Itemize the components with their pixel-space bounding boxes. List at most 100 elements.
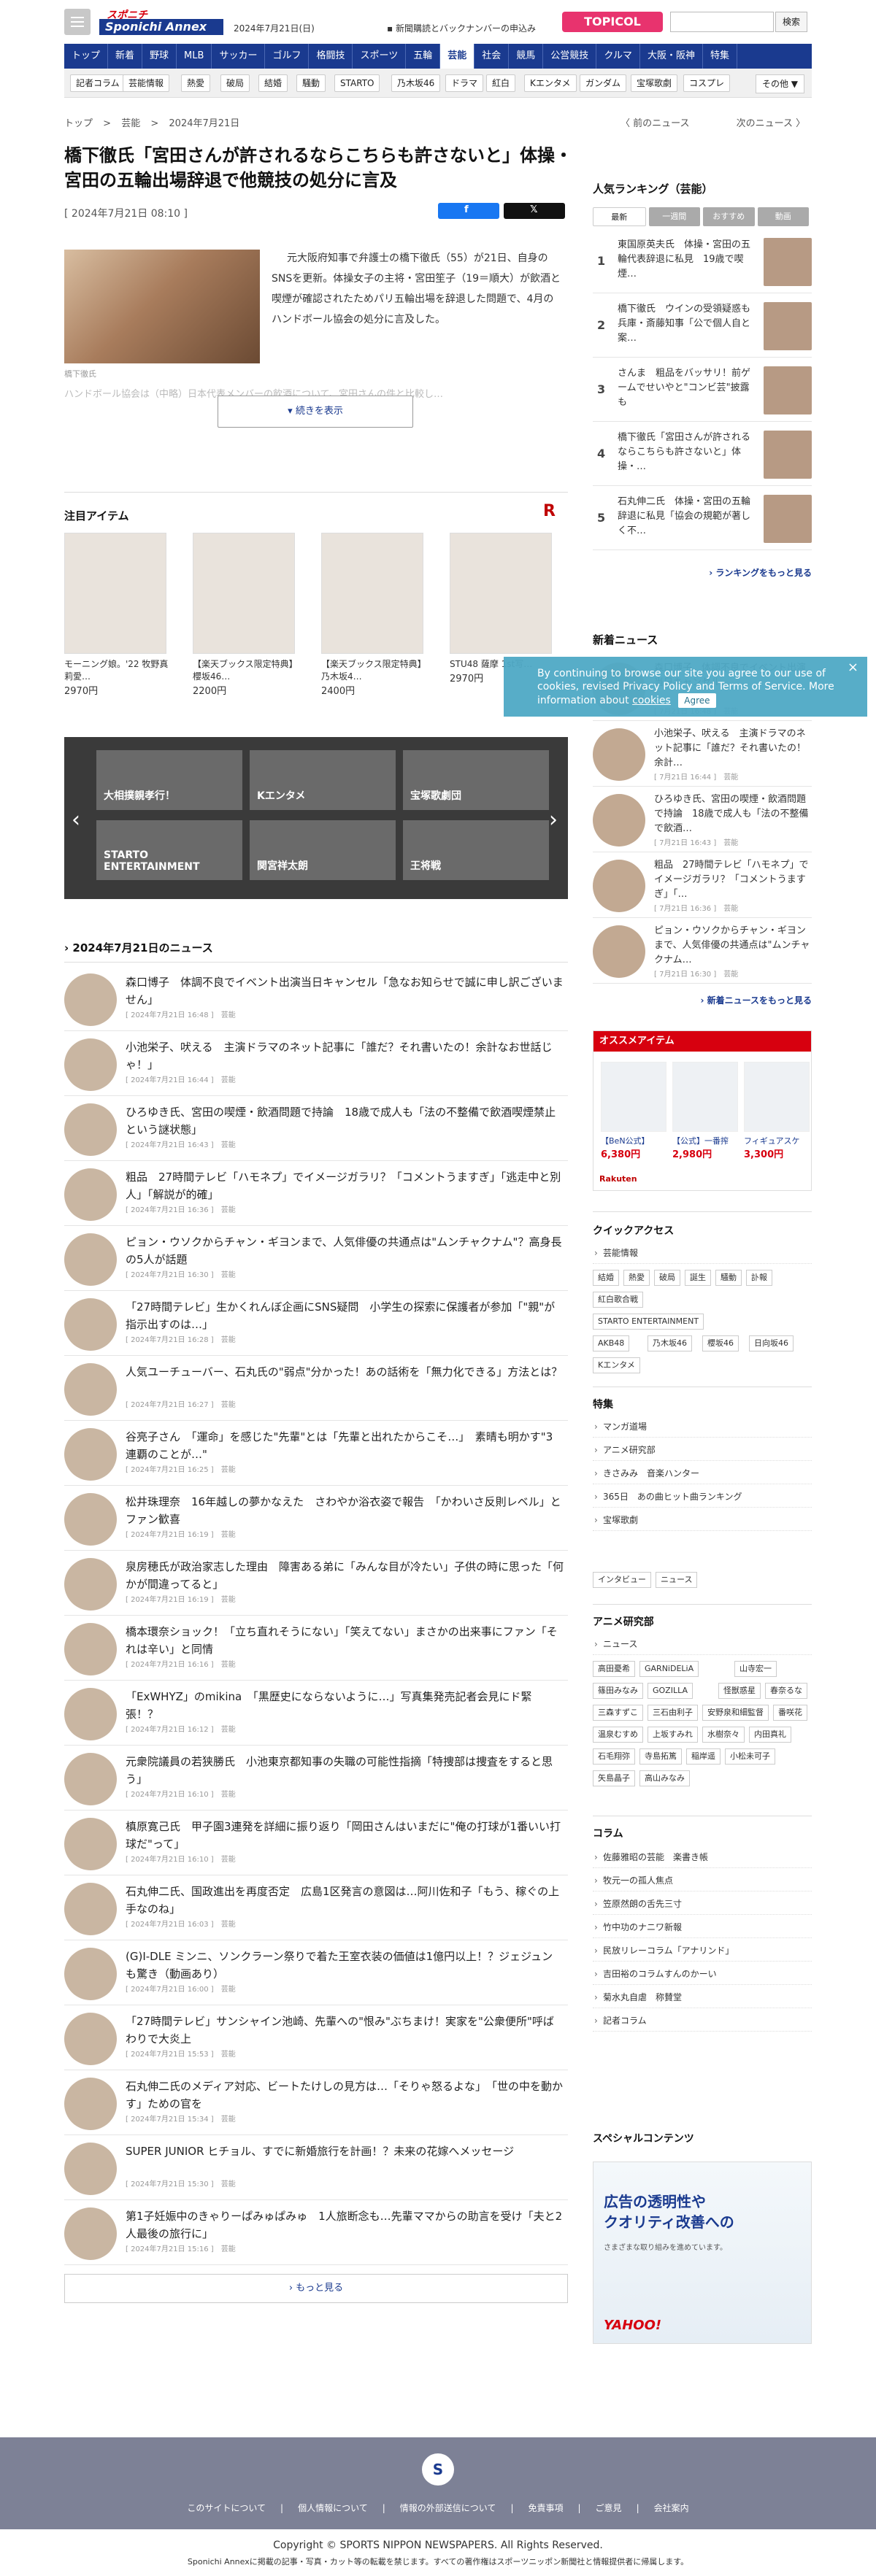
subnav-item[interactable]: 結婚	[258, 74, 288, 92]
recommended-item[interactable]: 【公式】一番搾 2,980円	[672, 1062, 738, 1160]
nav-item[interactable]: 格闘技	[309, 44, 353, 69]
subnav-item[interactable]: 熱愛	[181, 74, 211, 92]
cookie-link[interactable]: cookies	[632, 695, 671, 706]
category-banner[interactable]: 王将戦	[403, 820, 549, 880]
tag-link[interactable]: 怪獣惑星	[718, 1683, 761, 1699]
tag-link[interactable]: 内田真礼	[749, 1727, 791, 1743]
ranking-item[interactable]: 3 さんま 粗品をバッサリ！前ゲームでせいやと"コンビ芸"披露も	[593, 360, 812, 422]
ranking-item[interactable]: 2 橋下徹氏 ウインの受領疑惑も兵庫・斎藤知事「公で個人自と案…	[593, 296, 812, 358]
column-link[interactable]: 記者コラム	[593, 2010, 812, 2032]
subnav-item[interactable]: ガンダム	[580, 74, 627, 92]
subnav-item[interactable]: 騒動	[296, 74, 326, 92]
subnav-item[interactable]: コスプレ	[683, 74, 731, 92]
news-item[interactable]: 谷亮子さん 「運命」を感じた"先輩"とは「先輩と出れたからこそ…」 素晴も明かす…	[64, 1421, 568, 1486]
ranking-tab[interactable]: 動画	[757, 207, 809, 226]
tag-link[interactable]: 訃報	[746, 1270, 772, 1286]
product-card[interactable]: 【楽天ブックス限定特典】 櫻坂46… 2200円	[193, 533, 304, 697]
subnav-more-button[interactable]: その他 ▼	[755, 74, 804, 93]
tag-link[interactable]: 上坂すみれ	[648, 1727, 698, 1743]
nav-item[interactable]: 新着	[108, 44, 143, 69]
news-item[interactable]: 泉房穂氏が政治家志した理由 障害ある弟に「みんな目が冷たい」子供の時に思った「何…	[64, 1551, 568, 1616]
news-item[interactable]: 森口博子 体調不良でイベント出演当日キャンセル「急なお知らせで誠に申し訳ございま…	[64, 966, 568, 1031]
footer-link[interactable]: 個人情報について	[298, 2503, 368, 2513]
tag-link[interactable]: ニュース	[656, 1572, 698, 1588]
tag-link[interactable]: 破局	[654, 1270, 680, 1286]
tag-link[interactable]: 安野泉和細監督	[702, 1705, 769, 1721]
tag-link[interactable]: GOZILLA	[648, 1683, 693, 1699]
news-item[interactable]: 「27時間テレビ」生かくれんぼ企画にSNS疑問 小学生の探索に保護者が参加「"親…	[64, 1291, 568, 1356]
tag-link[interactable]: 山寺宏一	[734, 1661, 777, 1677]
breadcrumb-top[interactable]: トップ	[64, 118, 93, 129]
news-item[interactable]: 槙原寛己氏 甲子園3連発を詳細に振り返り「岡田さんはいまだに"俺の打球が1番いい…	[64, 1810, 568, 1875]
product-card[interactable]: モーニング娘。'22 牧野真莉愛… 2970円	[64, 533, 175, 697]
nav-item[interactable]: 競馬	[509, 44, 544, 69]
special-link[interactable]: きさみみ 音楽ハンター	[593, 1462, 812, 1484]
news-item[interactable]: 小池栄子、吠える 主演ドラマのネット記事に「誰だ？それ書いたの！余計なお世話じゃ…	[64, 1031, 568, 1096]
news-item[interactable]: 石丸伸二氏、国政進出を再度否定 広島1区発言の意図は…阿川佐和子「もう、稼ぐの上…	[64, 1875, 568, 1940]
subscription-link[interactable]: ▪ 新聞購読とバックナンバーの申込み	[387, 22, 536, 34]
tag-link[interactable]: 乃木坂46	[648, 1335, 692, 1351]
tag-link[interactable]: 高山みなみ	[639, 1770, 690, 1786]
tag-link[interactable]: 三石由利子	[648, 1705, 698, 1721]
news-item[interactable]: 橋本環奈ショック！「立ち直れそうにない」「笑えてない」まさかの出来事にファン「そ…	[64, 1616, 568, 1681]
tag-link[interactable]: 寺島拓篤	[639, 1748, 682, 1765]
news-item[interactable]: 石丸伸二氏のメディア対応、ビートたけしの見方は…「そりゃ怒るよな」 「世の中を動…	[64, 2070, 568, 2135]
site-logo[interactable]: スポニチ Sponichi Annex	[99, 7, 223, 36]
ranking-item[interactable]: 1 東国原英夫氏 体操・宮田の五輪代表辞退に私見 19歳で喫煙…	[593, 232, 812, 293]
tag-link[interactable]: 熱愛	[623, 1270, 650, 1286]
tag-link[interactable]: 日向坂46	[749, 1335, 794, 1351]
special-link[interactable]: マンガ道場	[593, 1416, 812, 1438]
category-banner[interactable]: 関宮祥太朗	[250, 820, 396, 880]
category-banner[interactable]: 宝塚歌劇団	[403, 750, 549, 810]
footer-link[interactable]: このサイトについて	[187, 2503, 266, 2513]
news-item[interactable]: (G)I-DLE ミンニ、ソンクラーン祭りで着た王室衣装の価値は1億円以上！？ジ…	[64, 1940, 568, 2005]
tag-link[interactable]: 春奈るな	[765, 1683, 807, 1699]
category-banner[interactable]: STARTO ENTERTAINMENT	[96, 820, 242, 880]
news-item[interactable]: 「27時間テレビ」サンシャイン池崎、先輩への"恨み"ぶちまけ！実家を"公衆便所"…	[64, 2005, 568, 2070]
newest-item[interactable]: 粗品 27時間テレビ「ハモネプ」でイメージガラリ？「コメントうますぎ」「… [ 7…	[593, 854, 812, 918]
recommended-item[interactable]: 【BeN公式】 6,380円	[601, 1062, 666, 1160]
breadcrumb-geino[interactable]: 芸能	[121, 118, 140, 129]
column-link[interactable]: 竹中功のナニワ新報	[593, 1916, 812, 1938]
search-input[interactable]	[670, 12, 774, 32]
column-link[interactable]: 菊水丸自虐 称賛堂	[593, 1986, 812, 2008]
close-icon[interactable]: ×	[848, 661, 858, 674]
tag-link[interactable]: 番咲花	[773, 1705, 807, 1721]
nav-item[interactable]: クルマ	[596, 44, 640, 69]
news-item[interactable]: SUPER JUNIOR ヒチョル、すでに新婚旅行を計画！？未来の花嫁へメッセー…	[64, 2135, 568, 2200]
ranking-tab[interactable]: 最新	[593, 207, 646, 226]
footer-link[interactable]: 免責事項	[528, 2503, 563, 2513]
tag-link[interactable]: STARTO ENTERTAINMENT	[593, 1314, 704, 1330]
category-banner[interactable]: Kエンタメ	[250, 750, 396, 810]
subnav-item[interactable]: STARTO	[334, 74, 380, 92]
ranking-item[interactable]: 5 石丸伸二氏 体操・宮田の五輪辞退に私見「協会の規範が著しく不…	[593, 489, 812, 550]
subnav-item[interactable]: ドラマ	[445, 74, 484, 92]
footer-link[interactable]: 情報の外部送信について	[400, 2503, 496, 2513]
ranking-tab[interactable]: おすすめ	[703, 207, 755, 226]
subnav-item[interactable]: 宝塚歌劇	[631, 74, 678, 92]
nav-item[interactable]: 特集	[703, 44, 737, 69]
topicol-banner[interactable]: TOPICOL	[562, 12, 663, 32]
news-item[interactable]: 人気ユーチューバー、石丸氏の"弱点"分かった！あの話術を「無力化できる」方法とは…	[64, 1356, 568, 1421]
tag-link[interactable]: 篠田みなみ	[593, 1683, 643, 1699]
column-link[interactable]: 佐藤雅昭の芸能 楽書き帳	[593, 1846, 812, 1868]
tag-link[interactable]: 石毛翔弥	[593, 1748, 635, 1765]
subnav-item[interactable]: 記者コラム	[70, 74, 126, 92]
tag-link[interactable]: 結婚	[593, 1270, 619, 1286]
tag-link[interactable]: 水樹奈々	[702, 1727, 745, 1743]
nav-item[interactable]: サッカー	[212, 44, 266, 69]
news-item[interactable]: ひろゆき氏、宮田の喫煙・飲酒問題で持論 18歳で成人も「法の不整備で飲酒喫煙禁止…	[64, 1096, 568, 1161]
prev-news-link[interactable]: 〈 前のニュース	[620, 118, 689, 129]
special-link[interactable]: 365日 あの曲ヒット曲ランキング	[593, 1486, 812, 1508]
category-banner[interactable]: 大相撲親孝行！	[96, 750, 242, 810]
nav-item[interactable]: トップ	[64, 44, 109, 69]
newest-more-link[interactable]: › 新着ニュースをもっと見る	[593, 994, 812, 1006]
special-link[interactable]: 宝塚歌劇	[593, 1509, 812, 1531]
ranking-more-link[interactable]: › ランキングをもっと見る	[593, 566, 812, 579]
tag-link[interactable]: 櫻坂46	[702, 1335, 739, 1351]
product-card[interactable]: 【楽天ブックス限定特典】 乃木坂4… 2400円	[321, 533, 432, 697]
nav-item[interactable]: ゴルフ	[265, 44, 310, 69]
cookie-agree-button[interactable]: Agree	[678, 693, 716, 708]
menu-icon[interactable]	[64, 9, 91, 35]
advertisement[interactable]: 広告の透明性や クオリティ改善への さまざまな取り組みを進めています。 YAHO…	[593, 2162, 812, 2344]
